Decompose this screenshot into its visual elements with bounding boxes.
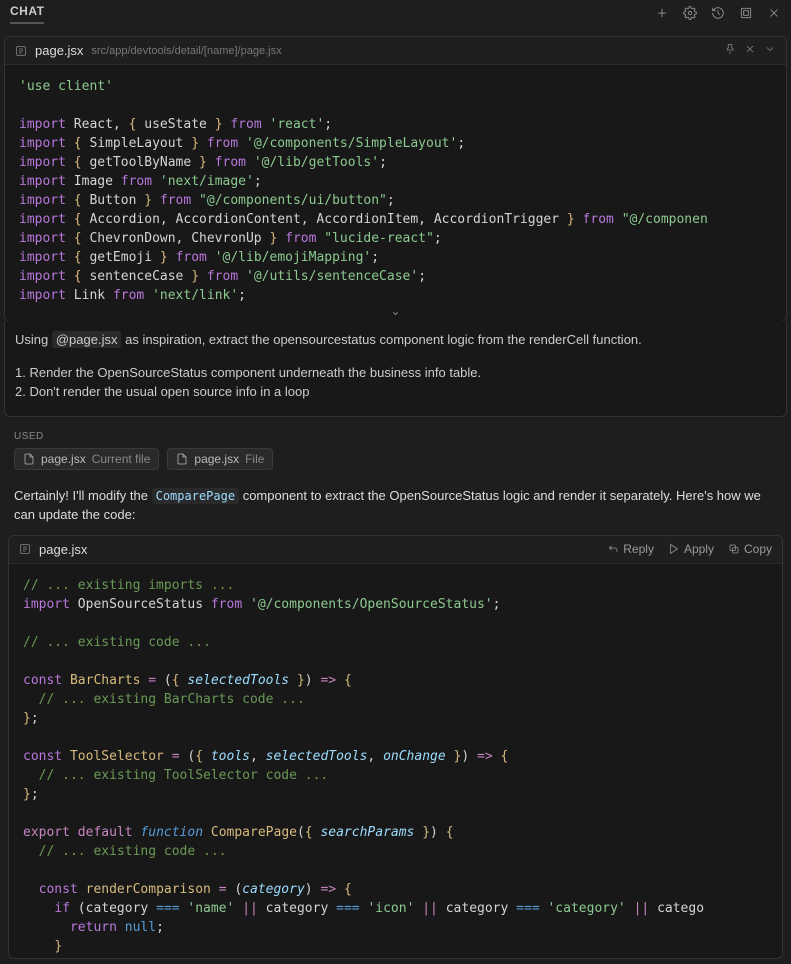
- prompt-suffix: as inspiration, extract the opensourcest…: [121, 332, 641, 347]
- used-chips-row: page.jsx Current file page.jsx File: [4, 448, 787, 470]
- used-chip[interactable]: page.jsx Current file: [14, 448, 159, 470]
- close-icon[interactable]: [767, 6, 781, 23]
- inline-code: ComparePage: [152, 488, 239, 504]
- expand-code-icon[interactable]: ⌄: [5, 307, 786, 321]
- file-mention[interactable]: @page.jsx: [52, 331, 122, 348]
- file-badge-icon: [15, 45, 27, 57]
- maximize-icon[interactable]: [739, 6, 753, 23]
- header-toolbar: [655, 6, 781, 23]
- file-badge-icon: [19, 543, 31, 555]
- suggestion-file-header: page.jsx Reply Apply Copy: [9, 536, 782, 564]
- used-label: USED: [14, 431, 787, 442]
- chip-sub: Current file: [92, 452, 151, 466]
- assistant-response: Certainly! I'll modify the ComparePage c…: [4, 470, 787, 535]
- context-code-block: 'use client' import React, { useState } …: [5, 65, 786, 307]
- response-prefix: Certainly! I'll modify the: [14, 488, 152, 503]
- file-icon: [176, 453, 188, 465]
- chip-sub: File: [245, 452, 264, 466]
- used-chip[interactable]: page.jsx File: [167, 448, 273, 470]
- context-file-path: src/app/devtools/detail/[name]/page.jsx: [91, 45, 281, 57]
- context-file-name[interactable]: page.jsx: [35, 43, 83, 58]
- suggestion-file-name[interactable]: page.jsx: [39, 542, 87, 557]
- chevron-down-icon[interactable]: [764, 43, 776, 58]
- apply-button[interactable]: Apply: [668, 542, 714, 556]
- chip-name: page.jsx: [41, 452, 86, 466]
- suggestion-code-block: // ... existing imports ... import OpenS…: [9, 564, 782, 958]
- prompt-list-item: 2. Don't render the usual open source in…: [15, 383, 776, 402]
- user-prompt: Using @page.jsx as inspiration, extract …: [4, 321, 787, 417]
- history-icon[interactable]: [711, 6, 725, 23]
- prompt-prefix: Using: [15, 332, 52, 347]
- gear-icon[interactable]: [683, 6, 697, 23]
- pin-icon[interactable]: [724, 43, 736, 58]
- context-code-card: page.jsx src/app/devtools/detail/[name]/…: [4, 36, 787, 322]
- chat-header: CHAT: [0, 0, 791, 28]
- prompt-list-item: 1. Render the OpenSourceStatus component…: [15, 364, 776, 383]
- add-icon[interactable]: [655, 6, 669, 23]
- suggestion-code-card: page.jsx Reply Apply Copy // ... existin…: [8, 535, 783, 959]
- reply-button[interactable]: Reply: [607, 542, 654, 556]
- chip-name: page.jsx: [194, 452, 239, 466]
- file-icon: [23, 453, 35, 465]
- remove-icon[interactable]: [744, 43, 756, 58]
- context-file-header: page.jsx src/app/devtools/detail/[name]/…: [5, 37, 786, 65]
- copy-button[interactable]: Copy: [728, 542, 772, 556]
- chat-tab-title[interactable]: CHAT: [10, 4, 44, 24]
